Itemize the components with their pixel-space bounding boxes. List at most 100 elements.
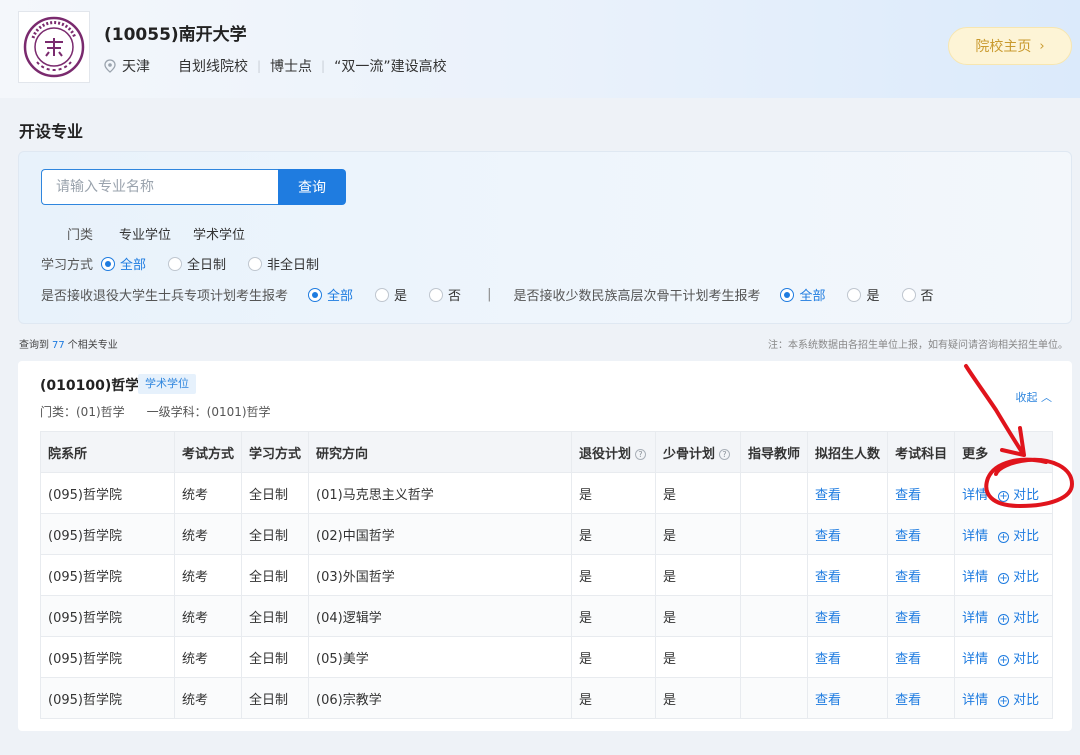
cell-dept: (095)哲学院 [40,636,175,678]
cell-minority: 是 [655,472,742,514]
cell-exam: 统考 [173,513,243,555]
result-count-number: 77 [52,340,65,351]
cell-veteran: 是 [571,554,657,596]
filter-panel: 查询 门类 专业学位 学术学位 学习方式 全部 全日制 非全日制 是否接收退役大… [18,151,1072,324]
category-label: 门类 [67,228,94,243]
col-dept: 院系所 [40,431,175,473]
study-mode-parttime-radio[interactable]: 非全日制 [248,254,319,273]
view-enrollment-link[interactable]: 查看 [815,488,841,503]
plus-circle-icon: + [998,490,1010,502]
more-cell: 详情 + 对比 [954,595,1054,637]
minority-all-radio[interactable]: 全部 [780,285,825,304]
cell-mode: 全日制 [241,513,310,555]
view-enrollment-link[interactable]: 查看 [815,652,841,667]
view-subjects-link[interactable]: 查看 [895,652,921,667]
cell-exam: 统考 [173,472,243,514]
table-row: (095)哲学院 统考 全日制 (06)宗教学是是查看 查看 详情 + 对比 [40,677,1054,719]
detail-link[interactable]: 详情 [962,488,988,503]
cell-mode: 全日制 [241,554,310,596]
university-home-button[interactable]: 院校主页 › [948,27,1072,65]
view-subjects-cell: 查看 [887,636,956,678]
compare-button[interactable]: + 对比 [998,611,1039,626]
chevron-right-icon: › [1039,38,1045,54]
cell-veteran: 是 [571,636,657,678]
cell-exam: 统考 [173,595,243,637]
veteran-no-radio[interactable]: 否 [429,285,461,304]
detail-link[interactable]: 详情 [962,652,988,667]
search-input[interactable] [41,169,279,205]
minority-no-radio[interactable]: 否 [901,285,934,304]
collapse-button[interactable]: 收起 ︿ [1016,389,1053,405]
radio-dot [429,287,444,302]
view-enrollment-cell: 查看 [807,472,889,514]
compare-label: 对比 [1013,528,1040,544]
more-cell: 详情 + 对比 [954,677,1054,719]
home-button-label: 院校主页 [975,39,1032,55]
help-icon[interactable]: ? [635,448,647,460]
minority-plan-label: 是否接收少数民族高层次骨干计划考生报考 [513,289,761,304]
compare-button[interactable]: + 对比 [998,570,1039,585]
view-enrollment-cell: 查看 [807,636,889,678]
table-row: (095)哲学院 统考 全日制 (04)逻辑学是是查看 查看 详情 + 对比 [40,595,1054,637]
col-minority: 少骨计划? [655,431,742,473]
plus-circle-icon: + [998,572,1010,584]
view-subjects-link[interactable]: 查看 [895,570,921,585]
view-enrollment-link[interactable]: 查看 [815,529,841,544]
category-row: 门类 专业学位 学术学位 [41,224,267,243]
cell-exam: 统考 [173,677,243,719]
detail-link[interactable]: 详情 [962,611,988,626]
cell-mode: 全日制 [241,472,310,514]
compare-button[interactable]: + 对比 [998,652,1039,667]
category-academic[interactable]: 学术学位 [193,224,245,243]
more-cell: 详情 + 对比 [954,636,1054,678]
compare-button[interactable]: + 对比 [998,529,1039,544]
compare-label: 对比 [1013,569,1040,585]
help-icon[interactable]: ? [719,448,731,460]
minority-yes-radio[interactable]: 是 [847,285,880,304]
compare-button[interactable]: + 对比 [998,693,1039,708]
view-subjects-link[interactable]: 查看 [895,611,921,626]
table-row: (095)哲学院 统考 全日制 (01)马克思主义哲学是是查看 查看 详情 + 对比 [40,472,1054,514]
cell-exam: 统考 [173,554,243,596]
cell-minority: 是 [655,513,742,555]
veteran-all-radio[interactable]: 全部 [308,285,353,304]
location-pin-icon [104,59,116,73]
search-button[interactable]: 查询 [278,169,346,205]
cell-veteran: 是 [571,472,657,514]
veteran-yes-radio[interactable]: 是 [375,285,407,304]
result-count: 查询到 77 个相关专业 [19,340,118,351]
detail-link[interactable]: 详情 [962,693,988,708]
view-enrollment-cell: 查看 [807,595,889,637]
study-mode-all-radio[interactable]: 全部 [101,254,146,273]
cell-minority: 是 [655,636,742,678]
view-subjects-link[interactable]: 查看 [895,488,921,503]
radio-dot [168,256,183,271]
study-mode-label: 学习方式 [41,258,94,273]
compare-label: 对比 [1013,610,1040,626]
radio-dot [847,287,862,302]
compare-button[interactable]: + 对比 [998,488,1039,503]
cell-direction: (06)宗教学 [308,677,573,719]
col-enrollment: 拟招生人数 [807,431,889,473]
col-more: 更多 [954,431,1054,473]
col-subjects: 考试科目 [887,431,956,473]
category-professional[interactable]: 专业学位 [119,224,171,243]
cell-tutor [740,636,809,678]
detail-link[interactable]: 详情 [962,570,988,585]
view-enrollment-link[interactable]: 查看 [815,693,841,708]
view-subjects-link[interactable]: 查看 [895,529,921,544]
study-mode-fulltime-radio[interactable]: 全日制 [168,254,226,273]
more-cell: 详情 + 对比 [954,472,1054,514]
more-cell: 详情 + 对比 [954,554,1054,596]
radio-dot [780,287,795,302]
view-enrollment-link[interactable]: 查看 [815,611,841,626]
detail-link[interactable]: 详情 [962,529,988,544]
university-meta: 天津 自划线院校 | 博士点 | “双一流”建设高校 [104,56,447,76]
cell-tutor [740,472,809,514]
view-subjects-link[interactable]: 查看 [895,693,921,708]
cell-mode: 全日制 [241,677,310,719]
cell-veteran: 是 [571,677,657,719]
view-enrollment-link[interactable]: 查看 [815,570,841,585]
radio-dot [308,287,323,302]
cell-dept: (095)哲学院 [40,677,175,719]
